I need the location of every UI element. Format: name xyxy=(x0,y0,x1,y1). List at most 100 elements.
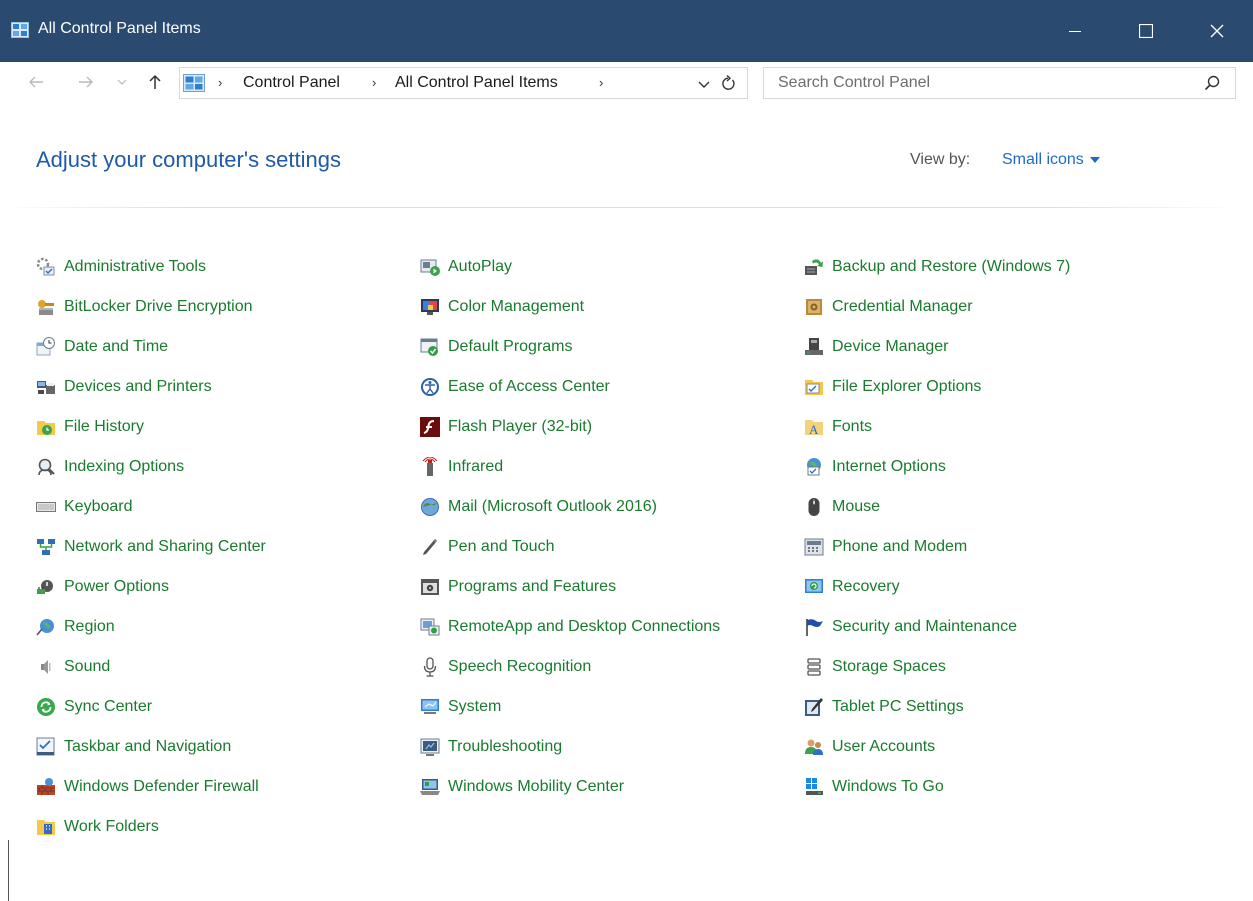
recent-locations-button[interactable] xyxy=(116,70,128,94)
item-network-sharing[interactable]: Network and Sharing Center xyxy=(36,535,266,559)
chevron-right-icon[interactable]: › xyxy=(218,75,222,90)
item-mouse[interactable]: Mouse xyxy=(804,495,880,519)
item-label[interactable]: Mouse xyxy=(832,498,880,516)
item-label[interactable]: Programs and Features xyxy=(448,578,616,596)
item-label[interactable]: Ease of Access Center xyxy=(448,378,610,396)
breadcrumb-all-items[interactable]: All Control Panel Items xyxy=(395,74,558,92)
item-label[interactable]: File History xyxy=(64,418,144,436)
item-label[interactable]: Indexing Options xyxy=(64,458,184,476)
item-label[interactable]: File Explorer Options xyxy=(832,378,981,396)
view-by-value[interactable]: Small icons xyxy=(1002,151,1084,169)
item-devices-printers[interactable]: Devices and Printers xyxy=(36,375,212,399)
item-mobility-center[interactable]: Windows Mobility Center xyxy=(420,775,624,799)
item-keyboard[interactable]: Keyboard xyxy=(36,495,133,519)
item-label[interactable]: Windows To Go xyxy=(832,778,944,796)
item-label[interactable]: Mail (Microsoft Outlook 2016) xyxy=(448,498,657,516)
item-flash-player[interactable]: Flash Player (32-bit) xyxy=(420,415,592,439)
item-label[interactable]: Flash Player (32-bit) xyxy=(448,418,592,436)
view-by-dropdown[interactable]: Small icons xyxy=(1002,151,1100,169)
breadcrumb-control-panel[interactable]: Control Panel xyxy=(243,74,340,92)
close-button[interactable] xyxy=(1194,0,1240,62)
item-label[interactable]: Internet Options xyxy=(832,458,946,476)
item-ease-of-access[interactable]: Ease of Access Center xyxy=(420,375,610,399)
item-label[interactable]: Security and Maintenance xyxy=(832,618,1017,636)
item-recovery[interactable]: Recovery xyxy=(804,575,900,599)
item-label[interactable]: User Accounts xyxy=(832,738,935,756)
item-windows-firewall[interactable]: Windows Defender Firewall xyxy=(36,775,259,799)
maximize-button[interactable] xyxy=(1123,0,1169,62)
refresh-button[interactable] xyxy=(720,74,736,92)
item-label[interactable]: RemoteApp and Desktop Connections xyxy=(448,618,720,636)
item-label[interactable]: Speech Recognition xyxy=(448,658,591,676)
minimize-button[interactable] xyxy=(1052,0,1098,62)
item-programs-features[interactable]: Programs and Features xyxy=(420,575,616,599)
item-windows-to-go[interactable]: Windows To Go xyxy=(804,775,944,799)
item-administrative-tools[interactable]: Administrative Tools xyxy=(36,255,206,279)
item-security-maintenance[interactable]: Security and Maintenance xyxy=(804,615,1017,639)
item-file-explorer-options[interactable]: File Explorer Options xyxy=(804,375,981,399)
up-button[interactable] xyxy=(144,70,166,94)
forward-button[interactable] xyxy=(75,70,97,94)
item-label[interactable]: Work Folders xyxy=(64,818,159,836)
item-indexing-options[interactable]: Indexing Options xyxy=(36,455,184,479)
item-label[interactable]: Phone and Modem xyxy=(832,538,967,556)
address-dropdown-button[interactable] xyxy=(697,77,711,91)
item-label[interactable]: Infrared xyxy=(448,458,503,476)
item-label[interactable]: Storage Spaces xyxy=(832,658,946,676)
item-label[interactable]: Administrative Tools xyxy=(64,258,206,276)
item-fonts[interactable]: A Fonts xyxy=(804,415,872,439)
item-label[interactable]: Network and Sharing Center xyxy=(64,538,266,556)
item-label[interactable]: Pen and Touch xyxy=(448,538,554,556)
item-infrared[interactable]: Infrared xyxy=(420,455,503,479)
item-backup-restore[interactable]: Backup and Restore (Windows 7) xyxy=(804,255,1070,279)
item-bitlocker[interactable]: BitLocker Drive Encryption xyxy=(36,295,253,319)
item-label[interactable]: Tablet PC Settings xyxy=(832,698,964,716)
item-label[interactable]: Recovery xyxy=(832,578,900,596)
item-label[interactable]: Windows Defender Firewall xyxy=(64,778,259,796)
item-credential-manager[interactable]: Credential Manager xyxy=(804,295,973,319)
item-label[interactable]: Taskbar and Navigation xyxy=(64,738,231,756)
item-tablet-pc-settings[interactable]: Tablet PC Settings xyxy=(804,695,964,719)
item-label[interactable]: Power Options xyxy=(64,578,169,596)
item-label[interactable]: Color Management xyxy=(448,298,584,316)
chevron-right-icon[interactable]: › xyxy=(599,75,603,90)
item-label[interactable]: Date and Time xyxy=(64,338,168,356)
item-phone-modem[interactable]: Phone and Modem xyxy=(804,535,967,559)
item-label[interactable]: Backup and Restore (Windows 7) xyxy=(832,258,1070,276)
item-label[interactable]: Fonts xyxy=(832,418,872,436)
item-autoplay[interactable]: AutoPlay xyxy=(420,255,512,279)
item-label[interactable]: Credential Manager xyxy=(832,298,973,316)
item-taskbar-navigation[interactable]: Taskbar and Navigation xyxy=(36,735,231,759)
item-label[interactable]: Sync Center xyxy=(64,698,152,716)
item-internet-options[interactable]: Internet Options xyxy=(804,455,946,479)
item-label[interactable]: BitLocker Drive Encryption xyxy=(64,298,253,316)
item-work-folders[interactable]: Work Folders xyxy=(36,815,159,839)
item-date-time[interactable]: Date and Time xyxy=(36,335,168,359)
item-label[interactable]: Keyboard xyxy=(64,498,133,516)
item-file-history[interactable]: File History xyxy=(36,415,144,439)
item-color-management[interactable]: Color Management xyxy=(420,295,584,319)
item-label[interactable]: Windows Mobility Center xyxy=(448,778,624,796)
item-mail[interactable]: Mail (Microsoft Outlook 2016) xyxy=(420,495,657,519)
item-label[interactable]: Default Programs xyxy=(448,338,573,356)
item-sync-center[interactable]: Sync Center xyxy=(36,695,152,719)
item-power-options[interactable]: Power Options xyxy=(36,575,169,599)
back-button[interactable] xyxy=(25,70,47,94)
item-system[interactable]: System xyxy=(420,695,501,719)
item-label[interactable]: Region xyxy=(64,618,115,636)
item-label[interactable]: AutoPlay xyxy=(448,258,512,276)
chevron-right-icon[interactable]: › xyxy=(372,75,376,90)
item-user-accounts[interactable]: User Accounts xyxy=(804,735,935,759)
item-storage-spaces[interactable]: Storage Spaces xyxy=(804,655,946,679)
address-bar[interactable]: › Control Panel › All Control Panel Item… xyxy=(179,67,748,99)
item-sound[interactable]: Sound xyxy=(36,655,110,679)
item-default-programs[interactable]: Default Programs xyxy=(420,335,573,359)
search-icon[interactable] xyxy=(1204,75,1220,91)
search-box[interactable] xyxy=(763,67,1236,99)
item-label[interactable]: System xyxy=(448,698,501,716)
title-bar[interactable]: All Control Panel Items xyxy=(0,0,1253,62)
item-remoteapp[interactable]: RemoteApp and Desktop Connections xyxy=(420,615,720,639)
item-speech-recognition[interactable]: Speech Recognition xyxy=(420,655,591,679)
item-label[interactable]: Sound xyxy=(64,658,110,676)
item-region[interactable]: Region xyxy=(36,615,115,639)
